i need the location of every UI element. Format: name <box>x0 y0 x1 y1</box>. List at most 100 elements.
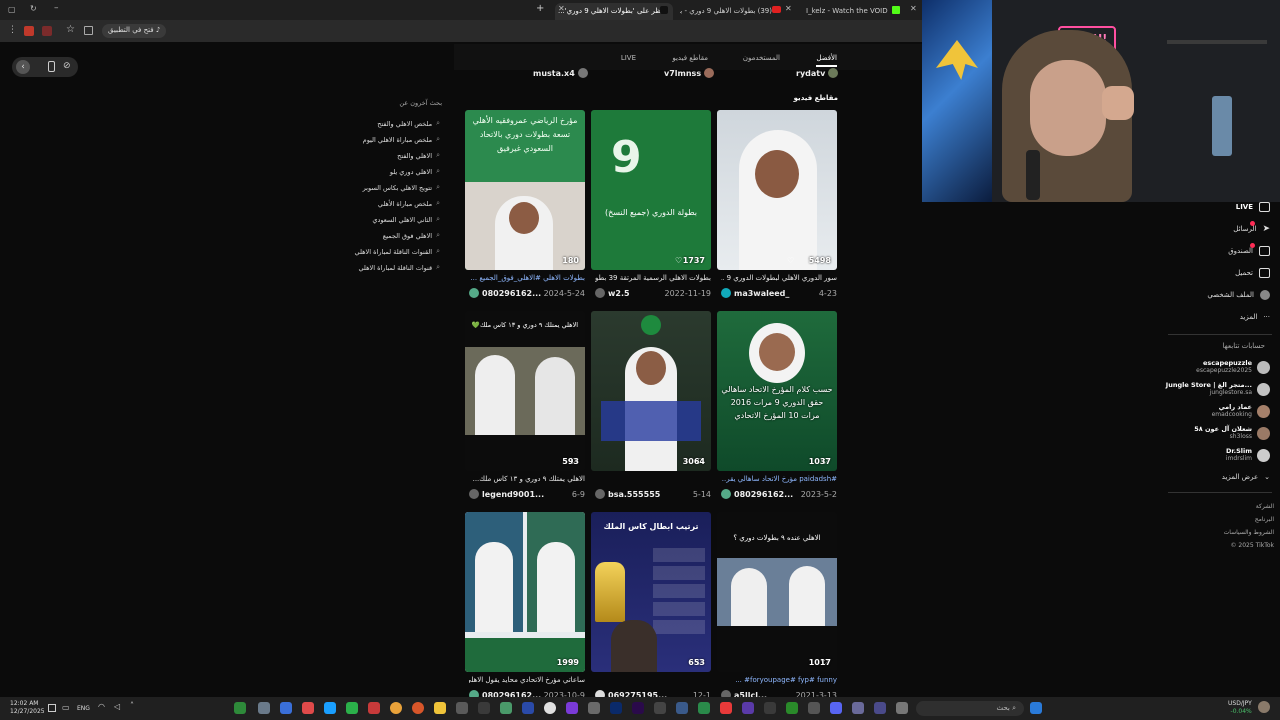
app-icon[interactable] <box>566 702 578 714</box>
video-caption[interactable]: بطولات الاهلي #الاهلي_فوق_الجميع ... <box>469 274 585 282</box>
app-icon[interactable] <box>654 702 666 714</box>
tab-users[interactable]: المستخدمون <box>743 54 780 62</box>
nav-more[interactable]: المزيد ··· <box>1180 310 1270 324</box>
following-account[interactable]: شعلان آل عون 5٨ sh3loss <box>1150 422 1270 444</box>
video-thumbnail[interactable]: الاهلي عنده ٩ بطولات دوري ؟ 1017 ♡ <box>717 512 837 672</box>
tab-top[interactable]: الأفضل <box>816 54 837 67</box>
following-account[interactable]: Dr.Slim imdrslim <box>1150 444 1270 466</box>
close-icon[interactable]: ✕ <box>910 4 917 13</box>
video-author[interactable]: 080296162... <box>469 288 541 298</box>
related-search-item[interactable]: ⌕ ملخص مباراة الأهلي <box>378 199 440 208</box>
app-icon[interactable] <box>478 702 490 714</box>
video-thumbnail[interactable]: 1999 ♡ <box>465 512 585 672</box>
nav-messages[interactable]: الرسائل ➤ <box>1180 222 1270 236</box>
chevron-up-icon[interactable]: ˄ <box>130 701 134 710</box>
clock[interactable]: 12:02 AM 12/27/2025 <box>10 700 45 716</box>
open-in-app-button[interactable]: فتح في التطبيق ♪ <box>102 24 167 38</box>
nav-live[interactable]: LIVE <box>1180 200 1270 214</box>
widget-avatar[interactable] <box>1258 701 1270 713</box>
extension-icon[interactable] <box>24 26 34 36</box>
back-icon[interactable]: ‹ <box>16 60 30 74</box>
window-menu-icon[interactable]: ▢ <box>8 5 16 14</box>
volume-icon[interactable]: ◁ <box>114 702 120 711</box>
following-account[interactable]: escapepuzzle escapepuzzle2025 <box>1150 356 1270 378</box>
settings-icon[interactable] <box>588 702 600 714</box>
ticker-widget[interactable]: USD/JPY -0.04% <box>1228 700 1252 716</box>
close-icon[interactable]: ✕ <box>558 4 565 13</box>
folder-icon[interactable] <box>434 702 446 714</box>
app-icon[interactable] <box>234 702 246 714</box>
app-icon[interactable] <box>368 702 380 714</box>
notification-icon[interactable] <box>48 704 56 712</box>
related-search-item[interactable]: ⌕ ملخص الاهلي والفتح <box>377 119 440 128</box>
app-icon[interactable] <box>522 702 534 714</box>
app-icon[interactable] <box>742 702 754 714</box>
following-account[interactable]: Jungle Store | متجر الغ... junglestore.sa <box>1150 378 1270 400</box>
nav-profile[interactable]: الملف الشخصي <box>1180 288 1270 302</box>
discord-icon[interactable] <box>830 702 842 714</box>
video-caption[interactable]: الاهلي يمتلك ٩ دوري و ١٣ كاس ملك... <box>469 475 585 483</box>
video-thumbnail[interactable]: حسب كلام المؤرخ الاتحاد ساهالي حقق الدور… <box>717 311 837 471</box>
chrome-icon[interactable] <box>390 702 402 714</box>
footer-link[interactable]: الشركة <box>1256 503 1274 510</box>
app-icon[interactable] <box>544 702 556 714</box>
app-icon[interactable] <box>698 702 710 714</box>
related-search-item[interactable]: ⌕ الاهلي دوري يلو <box>390 167 440 176</box>
close-icon[interactable]: ✕ <box>785 4 792 13</box>
video-caption[interactable]: سور الدوري الأهلي لبطولات الدوري 9 ... <box>721 274 837 282</box>
youtube-icon[interactable] <box>720 702 732 714</box>
app-icon[interactable] <box>412 702 424 714</box>
top-user[interactable]: rydatv <box>796 68 839 78</box>
video-caption[interactable]: foryoupage# fyp# funny# ... <box>721 676 837 684</box>
app-icon[interactable] <box>808 702 820 714</box>
related-search-item[interactable]: ⌕ تتويج الاهلي بكاس السوبر <box>363 183 440 192</box>
video-caption[interactable]: #paidadsh مؤرخ الاتحاد ساهالي يقر... <box>721 475 837 483</box>
video-author[interactable]: ma3waleed_ <box>721 288 789 298</box>
app-icon[interactable] <box>874 702 886 714</box>
video-thumbnail[interactable]: الاهلي يمتلك ٩ دوري و ١٣ كاس ملك💚 593 ♡ <box>465 311 585 471</box>
app-icon[interactable] <box>676 702 688 714</box>
related-search-item[interactable]: ⌕ الاهلي فوق الجميع <box>383 231 440 240</box>
video-thumbnail[interactable]: 5498 ♡ <box>717 110 837 270</box>
app-icon[interactable] <box>456 702 468 714</box>
sidepanel-icon[interactable] <box>84 26 93 35</box>
language-indicator[interactable]: ENG <box>77 705 90 712</box>
timer-icon[interactable]: ⊘ <box>63 61 71 71</box>
related-search-item[interactable]: ⌕ القنوات الناقلة لمباراة الاهلي <box>355 247 440 256</box>
battery-icon[interactable]: ▭ <box>62 703 70 712</box>
tab-live[interactable]: LIVE <box>621 54 636 62</box>
nav-inbox[interactable]: الصندوق <box>1180 244 1270 258</box>
video-author[interactable]: 080296162... <box>721 489 793 499</box>
related-search-item[interactable]: ⌕ ملخص مباراة الاهلي اليوم <box>363 135 440 144</box>
windows-start-icon[interactable] <box>1030 702 1042 714</box>
related-search-item[interactable]: ⌕ الاهلي والفتح <box>397 151 440 160</box>
footer-link[interactable]: البرنامج <box>1255 516 1274 523</box>
top-user[interactable]: v7lmnss <box>664 68 715 78</box>
see-more-button[interactable]: عرض المزيد ⌄ <box>1180 470 1270 484</box>
following-account[interactable]: عماد رامي emadcooking <box>1150 400 1270 422</box>
related-search-item[interactable]: ⌕ الثاني الاهلي السعودي <box>372 215 440 224</box>
steam-icon[interactable] <box>324 702 336 714</box>
tab-search[interactable]: انظر على 'بطولات الاهلي 9 دوري'... <box>555 3 673 20</box>
app-icon[interactable] <box>500 702 512 714</box>
video-author[interactable]: w2.5 <box>595 288 630 298</box>
premiere-icon[interactable] <box>632 702 644 714</box>
photoshop-icon[interactable] <box>610 702 622 714</box>
tab-videos[interactable]: مقاطع فيديو <box>672 54 708 62</box>
video-caption[interactable]: بطولات الاهلي الرسمية المرتقة 39 بطول... <box>595 274 711 282</box>
related-search-item[interactable]: ⌕ قنوات الناقلة لمباراة الاهلي <box>359 263 441 272</box>
video-author[interactable]: bsa.555555 <box>595 489 660 499</box>
video-thumbnail[interactable]: 9 بطولة الدوري (جميع النسخ) 1737 ♡ <box>591 110 711 270</box>
menu-dots-icon[interactable]: ⋮ <box>8 25 17 35</box>
phone-icon[interactable] <box>48 61 55 72</box>
app-icon[interactable] <box>786 702 798 714</box>
video-author[interactable]: legend9001... <box>469 489 544 499</box>
app-icon[interactable] <box>852 702 864 714</box>
app-icon[interactable] <box>302 702 314 714</box>
app-icon[interactable] <box>346 702 358 714</box>
top-user[interactable]: musta.x4 <box>533 68 588 78</box>
reload-small-icon[interactable]: ↻ <box>30 4 37 13</box>
video-thumbnail[interactable]: 3064 ♡ <box>591 311 711 471</box>
video-thumbnail[interactable]: مؤرخ الرياضي عمروفقيه الأهلي تسعة بطولات… <box>465 110 585 270</box>
app-icon[interactable] <box>258 702 270 714</box>
